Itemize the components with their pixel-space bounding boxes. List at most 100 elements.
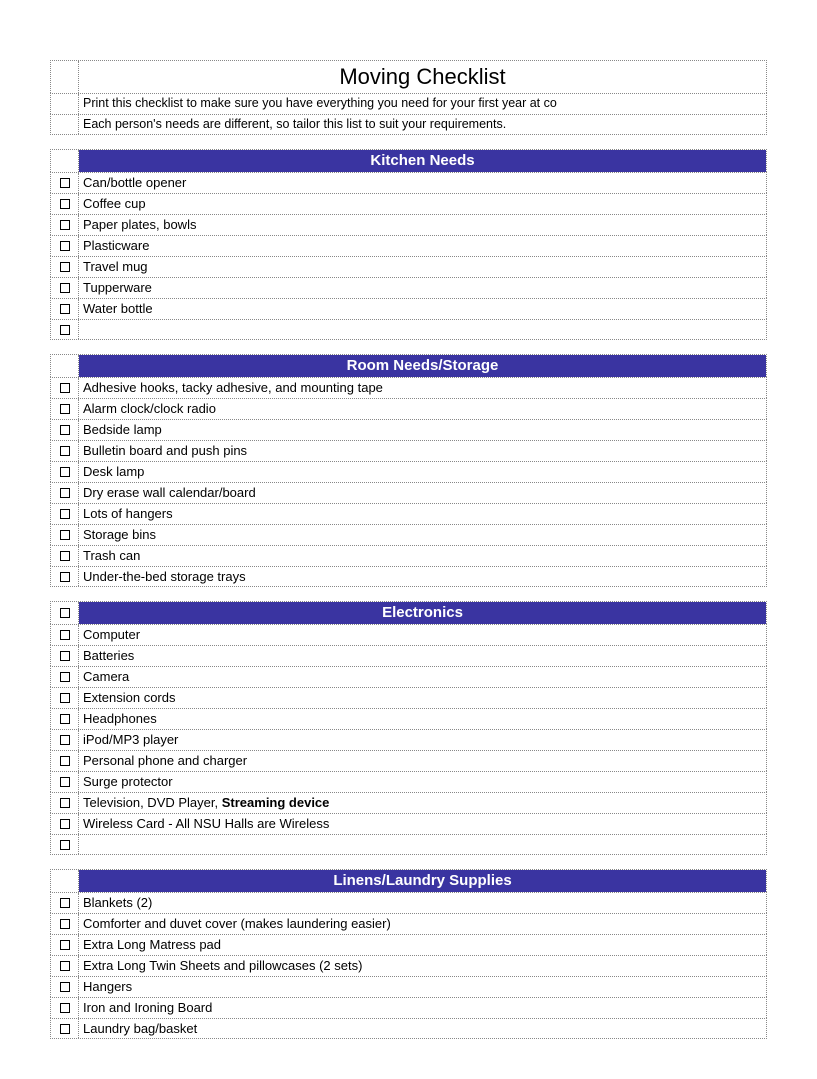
checkbox-icon[interactable]	[60, 798, 70, 808]
checkbox-icon[interactable]	[60, 178, 70, 188]
checkbox-icon[interactable]	[60, 551, 70, 561]
checkbox-col	[51, 870, 79, 892]
checkbox-icon[interactable]	[60, 220, 70, 230]
checkbox-icon[interactable]	[60, 940, 70, 950]
list-item: Trash can	[50, 545, 767, 566]
checkbox-icon[interactable]	[60, 262, 70, 272]
list-item: Television, DVD Player, Streaming device	[50, 792, 767, 813]
checkbox-col-empty	[51, 115, 79, 134]
intro-text: Print this checklist to make sure you ha…	[79, 94, 766, 114]
item-text: Coffee cup	[79, 194, 766, 214]
list-item: Plasticware	[50, 235, 767, 256]
checkbox-col	[51, 893, 79, 913]
item-text-bold: Streaming device	[222, 795, 330, 810]
list-item: Wireless Card - All NSU Halls are Wirele…	[50, 813, 767, 834]
checkbox-icon[interactable]	[60, 919, 70, 929]
checkbox-icon[interactable]	[60, 446, 70, 456]
item-text: Blankets (2)	[79, 893, 766, 913]
item-text: Extra Long Twin Sheets and pillowcases (…	[79, 956, 766, 976]
checkbox-col	[51, 814, 79, 834]
checkbox-icon[interactable]	[60, 509, 70, 519]
item-text: Extension cords	[79, 688, 766, 708]
item-text: Hangers	[79, 977, 766, 997]
checkbox-col	[51, 483, 79, 503]
checkbox-col	[51, 278, 79, 298]
checkbox-icon[interactable]	[60, 530, 70, 540]
checkbox-icon[interactable]	[60, 651, 70, 661]
checkbox-icon[interactable]	[60, 608, 70, 618]
checkbox-col	[51, 215, 79, 235]
item-text: Extra Long Matress pad	[79, 935, 766, 955]
checkbox-icon[interactable]	[60, 1003, 70, 1013]
checkbox-col	[51, 194, 79, 214]
spacer	[50, 135, 767, 149]
list-item: Under-the-bed storage trays	[50, 566, 767, 587]
checkbox-col	[51, 667, 79, 687]
list-item: Water bottle	[50, 298, 767, 319]
item-text: Comforter and duvet cover (makes launder…	[79, 914, 766, 934]
section-title: Linens/Laundry Supplies	[79, 870, 766, 892]
checkbox-col	[51, 751, 79, 771]
list-item: Computer	[50, 624, 767, 645]
checkbox-col	[51, 772, 79, 792]
checkbox-icon[interactable]	[60, 488, 70, 498]
list-item: Surge protector	[50, 771, 767, 792]
section: Room Needs/StorageAdhesive hooks, tacky …	[50, 354, 767, 587]
page-title: Moving Checklist	[79, 61, 766, 93]
checkbox-col	[51, 299, 79, 319]
checkbox-icon[interactable]	[60, 735, 70, 745]
checkbox-col	[51, 793, 79, 813]
checkbox-icon[interactable]	[60, 777, 70, 787]
checkbox-col	[51, 504, 79, 524]
list-item: Blankets (2)	[50, 892, 767, 913]
checkbox-icon[interactable]	[60, 467, 70, 477]
list-item: Alarm clock/clock radio	[50, 398, 767, 419]
list-item: Coffee cup	[50, 193, 767, 214]
checkbox-col	[51, 835, 79, 854]
item-text: Plasticware	[79, 236, 766, 256]
section-title: Room Needs/Storage	[79, 355, 766, 377]
item-text: Laundry bag/basket	[79, 1019, 766, 1038]
checkbox-icon[interactable]	[60, 325, 70, 335]
checkbox-icon[interactable]	[60, 630, 70, 640]
checkbox-col	[51, 956, 79, 976]
item-text: Batteries	[79, 646, 766, 666]
item-text: Bedside lamp	[79, 420, 766, 440]
list-item: Hangers	[50, 976, 767, 997]
checkbox-icon[interactable]	[60, 199, 70, 209]
checkbox-col	[51, 355, 79, 377]
list-item	[50, 834, 767, 855]
section-title: Kitchen Needs	[79, 150, 766, 172]
item-text: Television, DVD Player, Streaming device	[79, 793, 766, 813]
checkbox-icon[interactable]	[60, 383, 70, 393]
list-item: Dry erase wall calendar/board	[50, 482, 767, 503]
checkbox-icon[interactable]	[60, 404, 70, 414]
checkbox-icon[interactable]	[60, 714, 70, 724]
item-text: Headphones	[79, 709, 766, 729]
checkbox-icon[interactable]	[60, 961, 70, 971]
checkbox-icon[interactable]	[60, 1024, 70, 1034]
list-item: Batteries	[50, 645, 767, 666]
checkbox-icon[interactable]	[60, 672, 70, 682]
checkbox-icon[interactable]	[60, 693, 70, 703]
checkbox-icon[interactable]	[60, 572, 70, 582]
intro-row: Print this checklist to make sure you ha…	[50, 93, 767, 114]
intro-text: Each person's needs are different, so ta…	[79, 115, 766, 134]
list-item: Laundry bag/basket	[50, 1018, 767, 1039]
checkbox-icon[interactable]	[60, 756, 70, 766]
item-text: Bulletin board and push pins	[79, 441, 766, 461]
checkbox-icon[interactable]	[60, 982, 70, 992]
list-item: Storage bins	[50, 524, 767, 545]
list-item: Bulletin board and push pins	[50, 440, 767, 461]
checkbox-icon[interactable]	[60, 819, 70, 829]
checkbox-col-empty	[51, 94, 79, 114]
checkbox-icon[interactable]	[60, 241, 70, 251]
checkbox-icon[interactable]	[60, 840, 70, 850]
checkbox-icon[interactable]	[60, 304, 70, 314]
checkbox-icon[interactable]	[60, 425, 70, 435]
checkbox-col	[51, 525, 79, 545]
checkbox-icon[interactable]	[60, 898, 70, 908]
list-item: Desk lamp	[50, 461, 767, 482]
checkbox-icon[interactable]	[60, 283, 70, 293]
checkbox-col	[51, 688, 79, 708]
